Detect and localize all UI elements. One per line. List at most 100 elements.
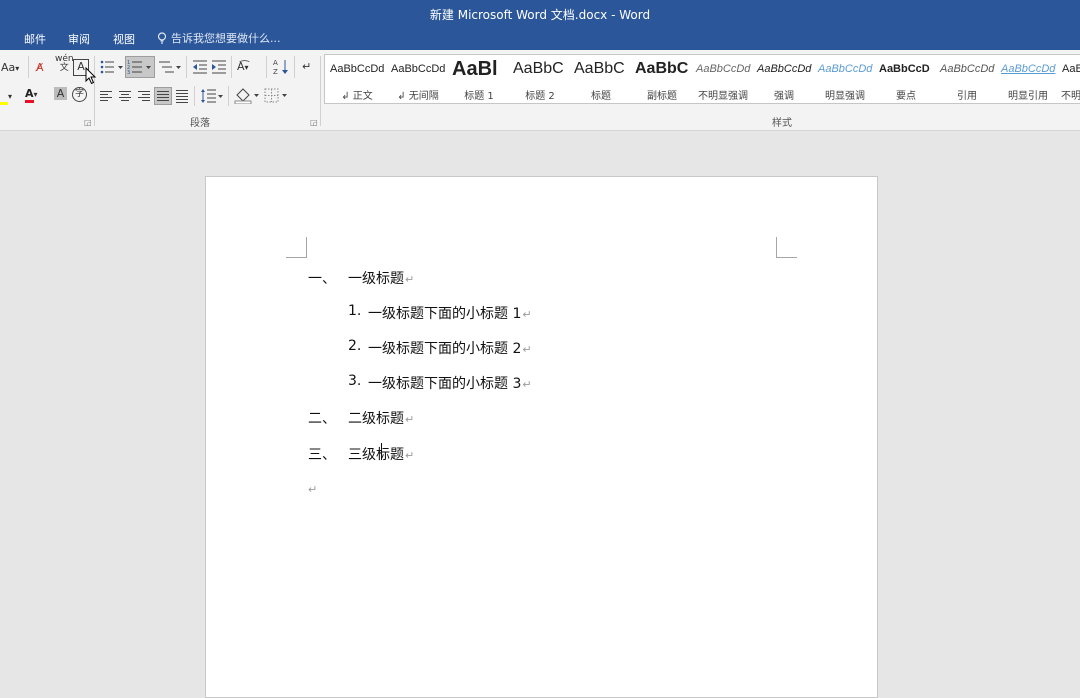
text-cursor (381, 443, 382, 460)
paragraph-dialog-launcher[interactable]: ◲ (310, 118, 318, 127)
justify-icon[interactable] (154, 87, 172, 105)
style-name: 不明 (1061, 91, 1080, 102)
char-shading-char: A (56, 87, 65, 100)
style-preview: AaBbCcDd (757, 63, 812, 75)
phonetic-char: 文 (59, 63, 69, 73)
align-center-icon[interactable] (117, 88, 133, 104)
style-preview: AaBbCcDd (940, 63, 995, 75)
align-left-icon[interactable] (98, 88, 114, 104)
style-quote[interactable]: AaBbCcDd 引用 (937, 55, 997, 103)
sort-icon[interactable]: AZ (273, 58, 289, 76)
list-text: 二级标题 (348, 411, 404, 427)
list-item[interactable]: 一、 一级标题↵ (308, 268, 414, 288)
divider (28, 56, 29, 78)
list-item[interactable]: 2. 一级标题下面的小标题 2↵ (348, 338, 532, 358)
list-item[interactable]: 1. 一级标题下面的小标题 1↵ (348, 303, 532, 323)
margin-corner-mark (286, 237, 307, 258)
style-intense-quote[interactable]: AaBbCcDd 明显引用 (998, 55, 1058, 103)
asian-layout-icon[interactable]: A͡▾ (237, 59, 249, 76)
styles-group-label: 样式 (772, 118, 792, 129)
style-preview: AaBl (1062, 63, 1080, 75)
list-item[interactable]: 3. 一级标题下面的小标题 3↵ (348, 373, 532, 393)
list-text: 一级标题下面的小标题 1 (368, 306, 522, 322)
style-preview: AaBbCcD (879, 63, 930, 75)
divider (194, 86, 195, 106)
align-right-icon[interactable] (136, 88, 152, 104)
paragraph-mark: ↵ (522, 308, 532, 321)
style-preview: AaBbC (574, 60, 625, 77)
enclose-char: 字 (74, 89, 84, 99)
change-case-label: Aa (1, 61, 16, 74)
bullets-icon[interactable] (100, 60, 124, 74)
tab-view[interactable]: 视图 (113, 31, 135, 47)
style-heading-2[interactable]: AaBbC 标题 2 (510, 55, 570, 103)
divider (186, 56, 187, 78)
tab-mailings[interactable]: 邮件 (24, 31, 46, 47)
style-intense-emphasis[interactable]: AaBbCcDd 明显强调 (815, 55, 875, 103)
style-title[interactable]: AaBbC 标题 (571, 55, 631, 103)
tell-me-search[interactable]: 告诉我您想要做什么... (157, 30, 281, 46)
numbering-icon[interactable]: 1 2 3 (125, 56, 155, 78)
font-color-button[interactable]: A▾ (25, 86, 38, 103)
font-color-char: A (25, 87, 34, 103)
style-no-spacing[interactable]: AaBbCcDd ↲ 无间隔 (388, 55, 448, 103)
paragraph-mark: ↵ (522, 343, 532, 356)
char-border-char: A (77, 60, 85, 73)
svg-text:A: A (273, 59, 278, 67)
style-name: 要点 (896, 91, 916, 102)
borders-icon[interactable] (264, 88, 290, 104)
decrease-indent-icon[interactable] (192, 60, 208, 74)
style-subtle-reference[interactable]: AaBl 不明 (1059, 55, 1080, 103)
styles-gallery: AaBbCcDd ↲ 正文 AaBbCcDd ↲ 无间隔 AaBl 标题 1 A… (324, 54, 1080, 104)
show-marks-icon[interactable]: ↵ (302, 59, 311, 75)
style-subtle-emphasis[interactable]: AaBbCcDd 不明显强调 (693, 55, 753, 103)
multilevel-list-icon[interactable] (158, 60, 182, 74)
style-preview: AaBbCcDd (1001, 63, 1056, 75)
style-heading-1[interactable]: AaBl 标题 1 (449, 55, 509, 103)
style-name: 副标题 (647, 91, 677, 102)
svg-text:Z: Z (273, 68, 278, 76)
distributed-icon[interactable] (174, 88, 190, 104)
divider (266, 56, 267, 78)
svg-text:3: 3 (127, 70, 130, 76)
highlight-swatch (0, 102, 8, 105)
empty-paragraph[interactable]: ↵ (308, 481, 317, 497)
list-number: 三、 (308, 447, 336, 463)
list-number: 一、 (308, 271, 336, 287)
divider (320, 56, 321, 126)
document-page[interactable]: 一、 一级标题↵ 1. 一级标题下面的小标题 1↵ 2. 一级标题下面的小标题 … (205, 176, 878, 698)
style-subtitle[interactable]: AaBbC 副标题 (632, 55, 692, 103)
list-item[interactable]: 二、 二级标题↵ (308, 408, 414, 428)
phonetic-guide-icon[interactable]: wén 文 (55, 55, 74, 73)
line-spacing-icon[interactable] (200, 88, 224, 104)
window-title: 新建 Microsoft Word 文档.docx - Word (429, 8, 651, 22)
list-item[interactable]: 三、 三级标题↵ (308, 444, 414, 464)
change-case-button[interactable]: Aa▾ (1, 60, 19, 77)
list-text: 一级标题下面的小标题 2 (368, 341, 522, 357)
enclose-char-icon[interactable]: 字 (72, 87, 87, 102)
style-normal[interactable]: AaBbCcDd ↲ 正文 (327, 55, 387, 103)
style-preview: AaBbCcDd (330, 63, 385, 75)
list-number: 3. (348, 373, 362, 389)
style-name: 明显引用 (1008, 91, 1048, 102)
highlight-color-button[interactable]: ▾ (0, 88, 12, 105)
char-shading-icon[interactable]: A (54, 87, 67, 100)
style-name: 强调 (774, 91, 794, 102)
ribbon: Aa▾ A̸ wén 文 A ▾ A▾ A 字 ◲ 1 2 3 A͡▾ A Z … (0, 50, 1080, 131)
clear-format-icon[interactable]: A̸ (36, 60, 44, 76)
style-name: 明显强调 (825, 91, 865, 102)
shading-icon[interactable] (234, 87, 260, 104)
paragraph-mark: ↵ (308, 483, 318, 496)
tab-review[interactable]: 审阅 (68, 31, 90, 47)
increase-indent-icon[interactable] (211, 60, 227, 74)
style-preview: AaBbCcDd (818, 63, 873, 75)
font-dialog-launcher[interactable]: ◲ (84, 118, 92, 127)
divider (294, 56, 295, 78)
list-number: 1. (348, 303, 362, 319)
lightbulb-icon (157, 32, 167, 44)
style-strong[interactable]: AaBbCcD 要点 (876, 55, 936, 103)
style-preview: AaBbC (513, 60, 564, 77)
style-emphasis[interactable]: AaBbCcDd 强调 (754, 55, 814, 103)
style-name: ↲ 无间隔 (397, 91, 439, 102)
list-text: 三级标题 (348, 447, 404, 463)
